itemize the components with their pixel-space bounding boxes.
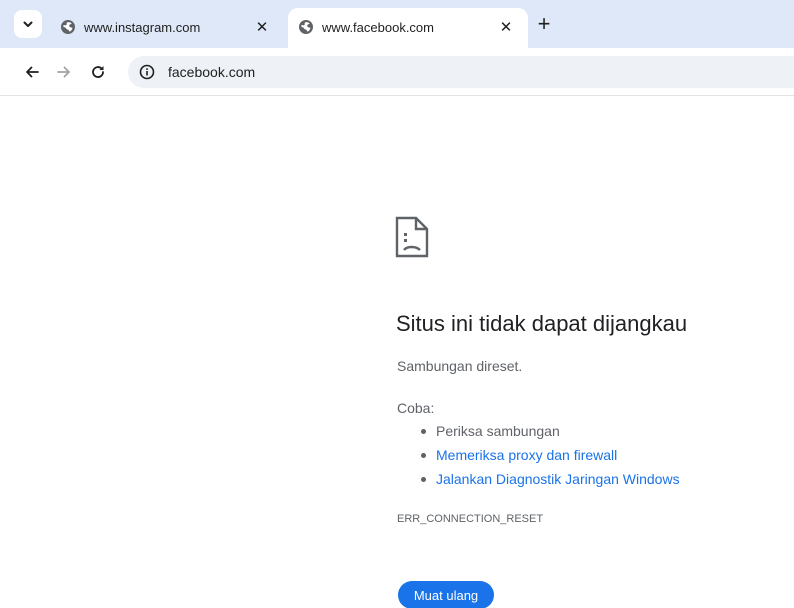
suggestions-list: Periksa sambungan Memeriksa proxy dan fi… — [418, 421, 680, 493]
tab-facebook[interactable]: www.facebook.com ✕ — [288, 8, 528, 48]
tab-title: www.facebook.com — [322, 20, 434, 35]
chevron-down-icon — [23, 21, 33, 27]
address-bar[interactable]: facebook.com — [128, 56, 794, 88]
reload-icon — [92, 66, 104, 78]
suggestion-check-proxy-link[interactable]: Memeriksa proxy dan firewall — [418, 445, 680, 469]
browser-toolbar: facebook.com — [0, 48, 794, 96]
new-tab-button[interactable]: + — [532, 12, 556, 36]
arrow-right-icon — [57, 66, 70, 78]
tab-instagram[interactable]: www.instagram.com ✕ — [50, 8, 284, 48]
back-button[interactable] — [20, 60, 44, 84]
info-icon — [139, 64, 155, 80]
site-info-button[interactable] — [138, 63, 156, 81]
globe-icon — [299, 20, 313, 34]
forward-button[interactable] — [52, 60, 76, 84]
reload-page-button[interactable]: Muat ulang — [398, 581, 494, 608]
url-text[interactable]: facebook.com — [168, 64, 255, 80]
error-title: Situs ini tidak dapat dijangkau — [396, 311, 688, 336]
sad-document-icon — [395, 216, 429, 258]
reload-button[interactable] — [86, 60, 110, 84]
tab-strip: www.instagram.com ✕ www.facebook.com ✕ + — [0, 0, 794, 48]
tab-search-button[interactable] — [14, 10, 42, 38]
suggestion-check-connection: Periksa sambungan — [418, 421, 680, 445]
error-subtitle: Sambungan direset. — [397, 358, 523, 374]
globe-icon — [61, 20, 75, 34]
arrow-left-icon — [26, 66, 39, 78]
tab-close-button[interactable]: ✕ — [252, 17, 272, 37]
error-code: ERR_CONNECTION_RESET — [397, 513, 544, 525]
tab-title: www.instagram.com — [84, 20, 201, 35]
tab-close-button[interactable]: ✕ — [496, 17, 516, 37]
suggestions-label: Coba: — [397, 400, 435, 416]
suggestion-run-diagnostics-link[interactable]: Jalankan Diagnostik Jaringan Windows — [418, 469, 680, 493]
